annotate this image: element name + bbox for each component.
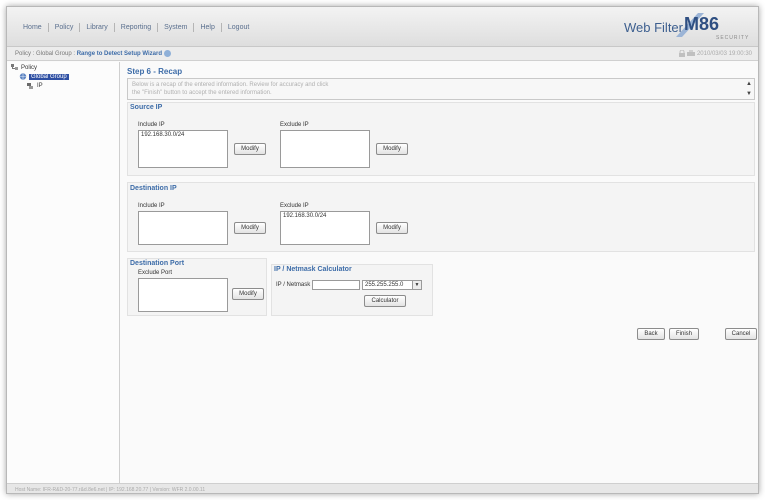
calculator-button[interactable]: Calculator <box>364 295 406 307</box>
svg-text:M86: M86 <box>684 14 719 34</box>
source-include-ip-list[interactable]: 192.168.30.0/24 <box>138 130 228 168</box>
exclude-port-label: Exclude Port <box>138 270 173 276</box>
chevron-down-icon[interactable]: ▼ <box>412 281 421 289</box>
ip-address-input[interactable] <box>312 280 360 290</box>
svg-text:SECURITY: SECURITY <box>716 35 749 41</box>
netmask-value: 255.255.255.0 <box>365 282 404 288</box>
network-icon <box>27 83 33 89</box>
printer-icon[interactable] <box>687 50 696 57</box>
server-timestamp: 2010/03/03 19:00:30 <box>696 51 752 58</box>
nav-help[interactable]: Help <box>194 23 222 32</box>
breadcrumb: Policy : Global Group : Range to Detect … <box>15 50 171 57</box>
destination-include-ip-list[interactable] <box>138 211 228 245</box>
status-bar: Host Name: IFR-R&D-20-77.r&d.8e6.net | I… <box>7 483 758 493</box>
back-button[interactable]: Back <box>637 328 665 340</box>
help-icon[interactable] <box>164 50 171 57</box>
ip-netmask-label: IP / Netmask <box>276 282 311 288</box>
app-window: Home Policy Library Reporting System Hel… <box>6 6 759 494</box>
nav-library[interactable]: Library <box>80 23 115 32</box>
netmask-calculator-panel: IP / Netmask Calculator IP / Netmask 255… <box>271 264 433 316</box>
scroll-down-icon[interactable]: ▼ <box>746 90 752 98</box>
nav-reporting[interactable]: Reporting <box>115 23 159 32</box>
source-include-modify-button[interactable]: Modify <box>234 143 266 155</box>
tree-node-policy[interactable]: Policy <box>11 64 37 71</box>
finish-button[interactable]: Finish <box>669 328 699 340</box>
tree-node-ip[interactable]: IP <box>27 82 43 89</box>
destination-include-ip-label: Include IP <box>138 203 165 209</box>
globe-icon <box>19 73 27 80</box>
destination-exclude-modify-button[interactable]: Modify <box>376 222 408 234</box>
tree-node-global-group[interactable]: Global Group <box>19 73 69 81</box>
scroll-up-icon[interactable]: ▲ <box>746 80 752 88</box>
intro-line-2: the "Finish" button to accept the entere… <box>132 90 272 96</box>
cancel-button[interactable]: Cancel <box>725 328 757 340</box>
nav-logout[interactable]: Logout <box>222 23 255 32</box>
breadcrumb-path: Policy : Global Group : <box>15 51 77 58</box>
calculator-title: IP / Netmask Calculator <box>274 266 352 273</box>
tree-node-label: Policy <box>21 65 38 72</box>
nav-home[interactable]: Home <box>17 23 49 32</box>
policy-tree-icon <box>11 64 18 70</box>
source-exclude-ip-list[interactable] <box>280 130 370 168</box>
main-nav: Home Policy Library Reporting System Hel… <box>17 23 255 32</box>
destination-ip-title: Destination IP <box>130 185 177 192</box>
m86-security-logo: M86 SECURITY <box>676 13 749 41</box>
source-ip-title: Source IP <box>130 104 163 111</box>
source-exclude-ip-label: Exclude IP <box>280 122 309 128</box>
intro-scrollbar[interactable]: ▲ ▼ <box>745 80 753 98</box>
destination-port-title: Destination Port <box>130 260 185 267</box>
source-include-ip-label: Include IP <box>138 122 165 128</box>
destination-port-panel: Destination Port Exclude Port Modify <box>127 258 267 316</box>
breadcrumb-current: Range to Detect Setup Wizard <box>76 51 162 58</box>
wizard-content: Step 6 - Recap Below is a recap of the e… <box>121 62 758 483</box>
policy-tree: Policy Global Group IP <box>7 62 120 483</box>
destination-include-modify-button[interactable]: Modify <box>234 222 266 234</box>
tree-node-label: IP <box>37 83 43 90</box>
source-exclude-modify-button[interactable]: Modify <box>376 143 408 155</box>
intro-line-1: Below is a recap of the entered informat… <box>132 82 329 88</box>
nav-system[interactable]: System <box>158 23 195 32</box>
destination-ip-panel: Destination IP Include IP Modify Exclude… <box>127 182 755 252</box>
exclude-port-list[interactable] <box>138 278 228 312</box>
destination-exclude-ip-label: Exclude IP <box>280 203 309 209</box>
netmask-select[interactable]: 255.255.255.0 ▼ <box>362 280 422 290</box>
top-bar: Home Policy Library Reporting System Hel… <box>7 7 758 47</box>
step-title: Step 6 - Recap <box>127 67 183 76</box>
nav-policy[interactable]: Policy <box>49 23 81 32</box>
destination-exclude-ip-list[interactable]: 192.168.30.0/24 <box>280 211 370 245</box>
source-ip-panel: Source IP Include IP 192.168.30.0/24 Mod… <box>127 102 755 176</box>
status-tray: 2010/03/03 19:00:30 <box>678 49 752 58</box>
port-modify-button[interactable]: Modify <box>232 288 264 300</box>
lock-icon <box>678 49 685 57</box>
tree-node-label: Global Group <box>29 74 69 81</box>
intro-text-box: Below is a recap of the entered informat… <box>127 78 755 100</box>
breadcrumb-bar: Policy : Global Group : Range to Detect … <box>7 47 758 61</box>
